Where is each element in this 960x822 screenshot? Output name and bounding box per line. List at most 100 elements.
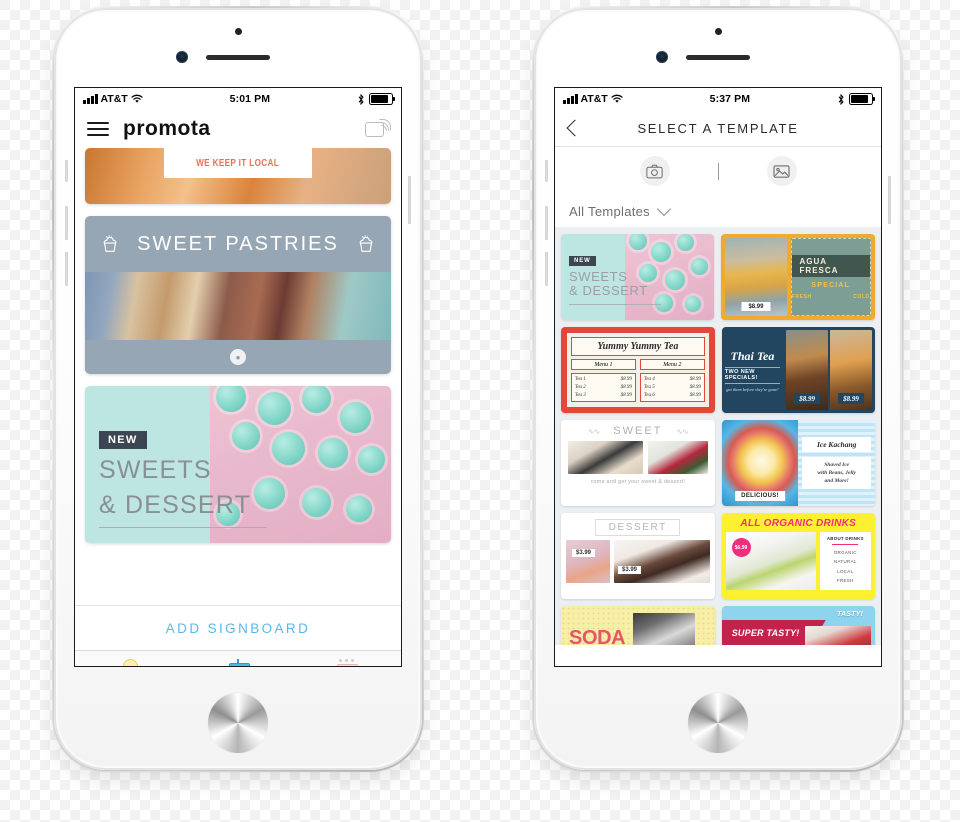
template-card-ice-kachang[interactable]: DELICIOUS! Ice Kachang Shaved Ice with B… — [721, 420, 875, 506]
menu-item: Tea 2 $8.99 — [575, 384, 632, 392]
price-tag: $3.99 — [572, 549, 596, 557]
screen-left: AT&T 5:01 PM promota WE KEEP IT LOCAL SW… — [75, 88, 401, 666]
list-item: FRESH — [836, 578, 854, 584]
about-drinks-list: ABOUT DRINKS ORGANIC NATURAL LOCAL FRESH — [819, 532, 871, 590]
menu-item-price: $8.99 — [689, 377, 701, 382]
bluetooth-icon — [358, 93, 364, 105]
template-header: ∿∿ SWEET ∿∿ — [568, 425, 708, 437]
signboard-icon — [228, 659, 250, 666]
status-bar-left: AT&T 5:01 PM — [75, 88, 401, 110]
signboard-card-sweet-pastries[interactable]: SWEET PASTRIES ● — [85, 216, 391, 374]
template-title: SODA POP! — [569, 629, 626, 645]
new-badge: NEW — [99, 431, 147, 449]
status-right — [357, 93, 396, 105]
template-card-super-tasty[interactable]: SUPER TASTY! TASTY! — [721, 606, 875, 645]
template-photo: $8.99 — [786, 330, 829, 410]
template-row: ∿∿ SWEET ∿∿ come and get your sweet & de… — [561, 420, 875, 506]
template-card-all-organic-drinks[interactable]: ALL ORGANIC DRINKS $6.99 ABOUT DRINKS OR… — [721, 513, 875, 599]
template-filter[interactable]: All Templates — [555, 195, 881, 227]
photo-library-icon — [773, 164, 790, 178]
template-caption: come and get your sweet & dessert! — [590, 479, 686, 485]
price-tag: $8.99 — [794, 393, 820, 404]
signboard-card-we-keep-it-local[interactable]: WE KEEP IT LOCAL — [85, 148, 391, 204]
ring-switch[interactable] — [545, 160, 548, 182]
screen-cast-icon[interactable] — [365, 119, 391, 138]
template-title: Yummy Yummy Tea — [571, 337, 705, 356]
volume-up-button[interactable] — [545, 206, 548, 240]
cupcake-icon — [103, 235, 117, 252]
add-signboard-label: ADD SIGNBOARD — [165, 620, 311, 636]
volume-down-button[interactable] — [65, 252, 68, 286]
menu-column-2: Menu 2 Tea 4 $8.99 Tea 5 $8.99 Tea 6 $8.99 — [639, 359, 705, 403]
power-button[interactable] — [888, 176, 891, 224]
card-text-block: NEW SWEETS & DESSERT — [99, 430, 267, 528]
signboard-card-new-sweets-dessert[interactable]: NEW SWEETS & DESSERT — [85, 386, 391, 543]
template-card-thai-tea[interactable]: Thai Tea TWO NEW SPECIALS! get them befo… — [721, 327, 875, 413]
page-navbar: SELECT A TEMPLATE — [555, 110, 881, 147]
photo-library-button[interactable] — [766, 156, 797, 186]
card-photo — [85, 272, 391, 340]
template-title: Ice Kachang — [802, 436, 871, 452]
template-card-dessert[interactable]: DESSERT $3.99 $3.99 — [561, 513, 715, 599]
add-signboard-button[interactable]: ADD SIGNBOARD — [75, 605, 401, 650]
power-button[interactable] — [408, 176, 411, 224]
template-photos: $8.99 $8.99 — [783, 327, 875, 413]
back-chevron-icon[interactable] — [566, 119, 584, 137]
status-right — [837, 93, 876, 105]
template-grid[interactable]: NEW SWEETS & DESSERT $8.99 AGUA FRESCA S… — [555, 227, 881, 645]
screen-right: AT&T 5:37 PM SELECT A TEMPLATE All Templ… — [555, 88, 881, 666]
menu-item-price: $8.99 — [689, 392, 701, 398]
list-item: LOCAL — [837, 568, 854, 574]
lightbulb-icon — [122, 658, 138, 666]
home-button[interactable] — [688, 693, 748, 753]
banner-text: SUPER TASTY! — [731, 628, 800, 638]
template-tag: TASTY! — [837, 611, 863, 618]
template-photos: $3.99 $3.99 — [566, 540, 710, 583]
chevron-down-icon — [656, 201, 672, 217]
menu-item-name: Tea 4 — [643, 377, 655, 382]
template-photo — [805, 626, 871, 645]
template-tags: FRESH COLD — [792, 294, 870, 300]
source-divider — [717, 162, 719, 180]
template-photos — [568, 441, 708, 474]
template-title: DESSERT — [595, 519, 681, 536]
template-card-agua-fresca[interactable]: $8.99 AGUA FRESCA SPECIAL FRESH COLD — [721, 234, 875, 320]
menu-items: Tea 1 $8.99 Tea 2 $8.99 Tea 3 $8.99 — [571, 373, 636, 403]
template-row: DESSERT $3.99 $3.99 ALL ORGANIC DRINKS $… — [561, 513, 875, 599]
template-panel: Ice Kachang Shaved Ice with Beans, Jelly… — [798, 420, 875, 506]
tab-discover[interactable]: DISCOVER — [75, 651, 184, 666]
template-card-yummy-yummy-tea[interactable]: Yummy Yummy Tea Menu 1 Tea 1 $8.99 Tea 2 $… — [561, 327, 715, 413]
menu-header: Menu 2 — [639, 359, 705, 370]
status-bar-right: AT&T 5:37 PM — [555, 88, 881, 110]
wifi-icon — [131, 94, 143, 103]
home-button[interactable] — [208, 693, 268, 753]
template-card-soda-pop[interactable]: SODA POP! — [561, 606, 715, 645]
signboard-feed[interactable]: WE KEEP IT LOCAL SWEET PASTRIES ● NEW SW… — [75, 148, 401, 605]
template-title-line2: & DESSERT — [569, 283, 648, 299]
card-title-line2: & DESSERT — [99, 491, 252, 519]
volume-up-button[interactable] — [65, 206, 68, 240]
status-time: 5:01 PM — [229, 93, 271, 105]
template-body: $6.99 ABOUT DRINKS ORGANIC NATURAL LOCAL… — [725, 532, 871, 590]
tab-slideshows[interactable]: SLIDESHOWS — [292, 651, 401, 666]
template-card-sweet[interactable]: ∿∿ SWEET ∿∿ come and get your sweet & de… — [561, 420, 715, 506]
app-navbar: promota — [75, 110, 401, 148]
tag-cold: COLD — [853, 293, 870, 300]
camera-button[interactable] — [639, 156, 670, 186]
ring-switch[interactable] — [65, 160, 68, 182]
volume-down-button[interactable] — [545, 252, 548, 286]
template-photo: $8.99 — [725, 238, 787, 316]
source-bar — [555, 147, 881, 195]
hamburger-icon[interactable] — [87, 122, 109, 136]
template-title: SWEETS & DESSERT — [569, 269, 648, 299]
template-card-sweets-dessert[interactable]: NEW SWEETS & DESSERT — [561, 234, 715, 320]
phone-right: AT&T 5:37 PM SELECT A TEMPLATE All Templ… — [520, 0, 918, 780]
menu-column-1: Menu 1 Tea 1 $8.99 Tea 2 $8.99 Tea 3 $8.99 — [571, 359, 636, 403]
battery-icon — [849, 93, 876, 105]
menu-item-price: $8.99 — [620, 377, 632, 382]
template-photo — [647, 441, 708, 474]
tab-signboards[interactable]: SIGNBOARDS — [184, 651, 293, 666]
status-left: AT&T — [563, 93, 623, 105]
price-badge: $6.99 — [731, 538, 751, 557]
template-photo: $3.99 — [614, 540, 710, 583]
